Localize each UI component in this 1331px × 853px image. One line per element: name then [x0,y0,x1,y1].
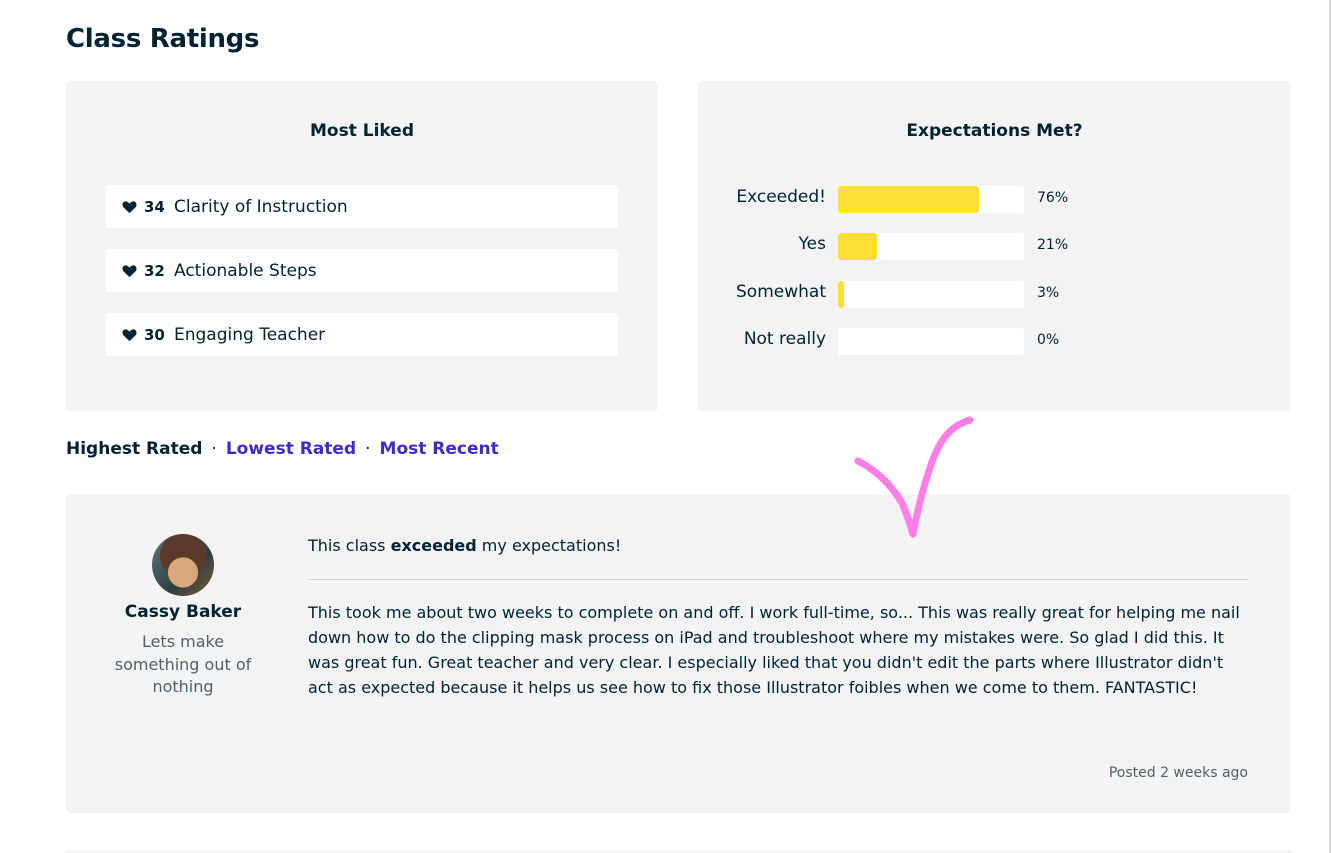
like-label: Actionable Steps [174,260,317,281]
most-liked-title: Most Liked [310,121,414,141]
like-count: 30 [144,325,165,344]
most-liked-item: 30 Engaging Teacher [106,313,618,356]
most-liked-item: 32 Actionable Steps [106,249,618,292]
heart-icon [122,328,137,342]
sort-most-recent[interactable]: Most Recent [380,439,499,459]
checkmark-icon [854,416,974,538]
sort-separator: · [211,439,217,459]
avatar[interactable] [152,534,214,596]
expectation-label: Yes [798,234,826,254]
headline-prefix: This class [308,536,391,555]
like-label: Clarity of Instruction [174,196,348,217]
review-card: Cassy Baker Lets make something out of n… [66,494,1291,813]
expectation-label: Exceeded! [736,187,826,207]
sort-lowest-rated[interactable]: Lowest Rated [226,439,356,459]
like-count: 32 [144,261,165,280]
like-label: Engaging Teacher [174,324,326,345]
sort-separator: · [365,439,371,459]
reviewer-name[interactable]: Cassy Baker [66,602,300,622]
review-divider [308,579,1248,580]
expectation-percent: 0% [1037,332,1060,348]
like-count: 34 [144,197,165,216]
expectation-bar-track [838,328,1024,355]
page-title: Class Ratings [66,24,260,54]
review-sort-bar: Highest Rated · Lowest Rated · Most Rece… [66,439,499,459]
expectation-bar-fill [838,233,878,260]
expectations-title: Expectations Met? [906,121,1083,141]
review-posted-date: Posted 2 weeks ago [1108,765,1248,781]
heart-icon [122,264,137,278]
expectation-bar-track [838,233,1024,260]
expectations-card: Expectations Met? Exceeded! 76% Yes 21% … [698,81,1291,411]
most-liked-card: Most Liked 34 Clarity of Instruction 32 … [66,81,658,411]
expectation-percent: 21% [1037,237,1069,253]
expectation-bar-track [838,186,1024,213]
expectation-label: Not really [743,329,826,349]
expectation-percent: 3% [1037,285,1060,301]
expectation-bar-fill [838,186,980,213]
expectation-bar-fill [838,281,844,308]
expectation-percent: 76% [1037,190,1069,206]
headline-emphasis: exceeded [390,536,477,555]
reviewer-tagline: Lets make something out of nothing [114,632,252,696]
most-liked-item: 34 Clarity of Instruction [106,185,618,228]
heart-icon [122,200,137,214]
expectation-label: Somewhat [736,282,826,302]
review-body: This took me about two weeks to complete… [308,603,1240,697]
review-headline: This class exceeded my expectations! [308,536,621,555]
expectation-bar-track [838,281,1024,308]
sort-highest-rated[interactable]: Highest Rated [66,439,202,459]
headline-suffix: my expectations! [476,536,622,555]
